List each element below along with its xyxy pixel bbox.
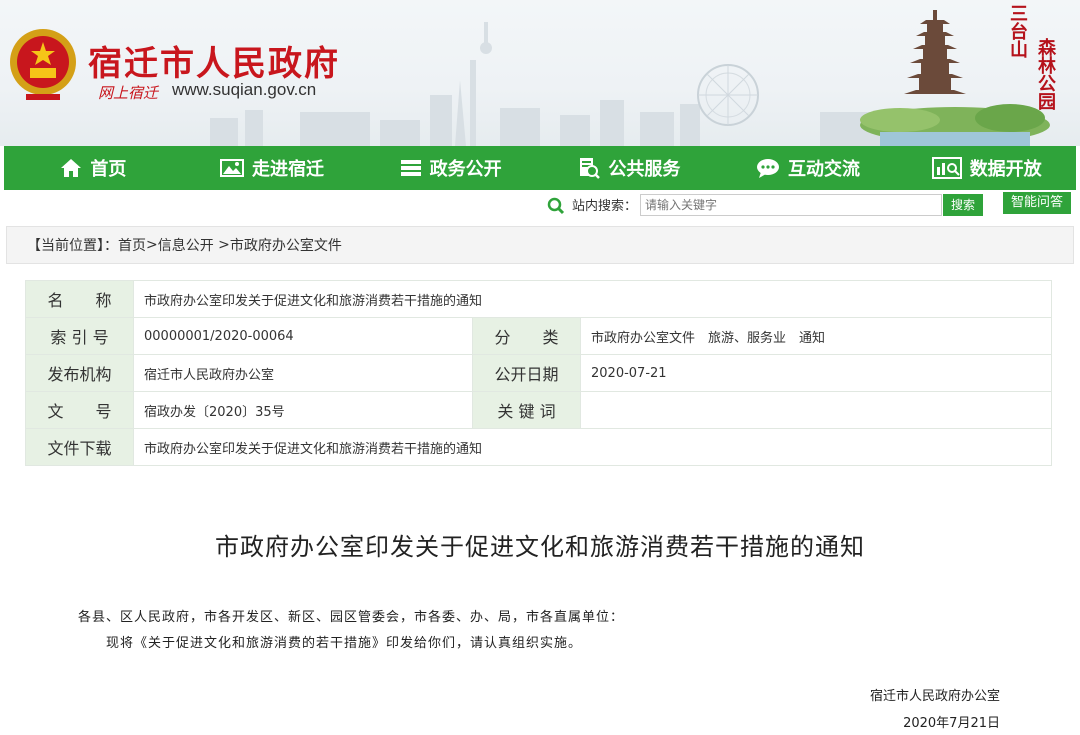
pagoda-illustration — [904, 10, 966, 94]
breadcrumb: 【当前位置】： 首页 > 信息公开 > 市政府办公室文件 — [6, 226, 1074, 264]
table-row: 发布机构 宿迁市人民政府办公室 公开日期 2020-07-21 — [25, 354, 1052, 392]
docno-value: 宿政办发〔2020〕35号 — [133, 391, 473, 429]
document-search-icon — [580, 158, 601, 179]
download-link[interactable]: 市政府办公室印发关于促进文化和旅游消费若干措施的通知 — [133, 428, 1052, 466]
table-row: 索 引 号 00000001/2020-00064 分 类 市政府办公室文件 旅… — [25, 317, 1052, 355]
org-label: 发布机构 — [25, 354, 134, 392]
nav-item-public-service[interactable]: 公共服务 — [540, 146, 719, 190]
document-signature: 宿迁市人民政府办公室 — [869, 689, 1000, 704]
nav-item-home[interactable]: 首页 — [4, 146, 183, 190]
site-search: 站内搜索： 搜索 智能问答 — [0, 192, 1080, 218]
site-title[interactable]: 宿迁市人民政府 — [88, 36, 340, 85]
document-info-table: 名 称 市政府办公室印发关于促进文化和旅游消费若干措施的通知 索 引 号 000… — [25, 280, 1052, 466]
document-date: 2020年7月21日 — [903, 716, 1000, 731]
org-value: 宿迁市人民政府办公室 — [133, 354, 473, 392]
date-label: 公开日期 — [472, 354, 581, 392]
data-chart-icon — [931, 157, 962, 179]
search-icon — [547, 197, 565, 215]
nav-item-about[interactable]: 走进宿迁 — [183, 146, 362, 190]
nav-item-label: 走进宿迁 — [252, 159, 324, 180]
nav-item-gov-affairs[interactable]: 政务公开 — [361, 146, 540, 190]
breadcrumb-home[interactable]: 首页 — [118, 235, 146, 255]
category-value: 市政府办公室文件 旅游、服务业 通知 — [580, 317, 1052, 355]
search-button[interactable]: 搜索 — [943, 194, 983, 216]
nav-item-open-data[interactable]: 数据开放 — [897, 146, 1076, 190]
nav-item-label: 首页 — [90, 159, 127, 180]
image-icon — [220, 159, 244, 177]
nav-item-label: 数据开放 — [969, 159, 1042, 180]
list-icon — [400, 160, 421, 176]
nav-item-label: 政务公开 — [429, 159, 502, 180]
download-label: 文件下载 — [25, 428, 134, 466]
table-row: 名 称 市政府办公室印发关于促进文化和旅游消费若干措施的通知 — [25, 280, 1052, 318]
smart-qa-button[interactable]: 智能问答 — [1003, 192, 1071, 214]
park-calligraphy-right: 森林公园 — [1035, 38, 1056, 110]
keyword-label: 关 键 词 — [472, 391, 581, 429]
site-header: 宿迁市人民政府 网上宿迁 www.suqian.gov.cn 三台山 森林公园 — [0, 0, 1080, 146]
breadcrumb-prefix: 【当前位置】： — [27, 238, 118, 254]
nav-item-interaction[interactable]: 互动交流 — [719, 146, 898, 190]
docno-label: 文 号 — [25, 391, 134, 429]
chat-icon — [757, 159, 780, 178]
site-url[interactable]: www.suqian.gov.cn — [172, 80, 316, 100]
main-nav: 首页 走进宿迁 政务公开 公共服务 互动交流 数据开放 — [4, 146, 1076, 190]
nav-item-label: 互动交流 — [788, 159, 861, 180]
document-body: 现将《关于促进文化和旅游消费的若干措施》印发给你们，请认真组织实施。 — [106, 636, 583, 651]
search-label: 站内搜索： — [572, 199, 638, 214]
nav-item-label: 公共服务 — [608, 159, 681, 180]
breadcrumb-separator: > — [213, 237, 230, 253]
breadcrumb-current[interactable]: 市政府办公室文件 — [230, 235, 342, 255]
date-value: 2020-07-21 — [580, 354, 1052, 392]
index-value: 00000001/2020-00064 — [133, 317, 473, 355]
category-label: 分 类 — [472, 317, 581, 355]
home-icon — [61, 159, 82, 177]
document-recipients: 各县、区人民政府，市各开发区、新区、园区管委会，市各委、办、局，市各直属单位： — [78, 610, 625, 625]
site-subtitle: 网上宿迁 — [98, 84, 159, 102]
search-input[interactable] — [640, 194, 942, 216]
index-label: 索 引 号 — [25, 317, 134, 355]
table-row: 文件下载 市政府办公室印发关于促进文化和旅游消费若干措施的通知 — [25, 428, 1052, 466]
park-calligraphy-left: 三台山 — [1007, 4, 1028, 58]
breadcrumb-separator: > — [146, 237, 158, 253]
document-title: 市政府办公室印发关于促进文化和旅游消费若干措施的通知 — [215, 533, 865, 561]
national-emblem-icon — [10, 29, 76, 100]
breadcrumb-section[interactable]: 信息公开 — [158, 235, 214, 255]
name-label: 名 称 — [25, 280, 134, 318]
name-value: 市政府办公室印发关于促进文化和旅游消费若干措施的通知 — [133, 280, 1052, 318]
table-row: 文 号 宿政办发〔2020〕35号 关 键 词 — [25, 391, 1052, 429]
keyword-value — [580, 391, 1052, 429]
